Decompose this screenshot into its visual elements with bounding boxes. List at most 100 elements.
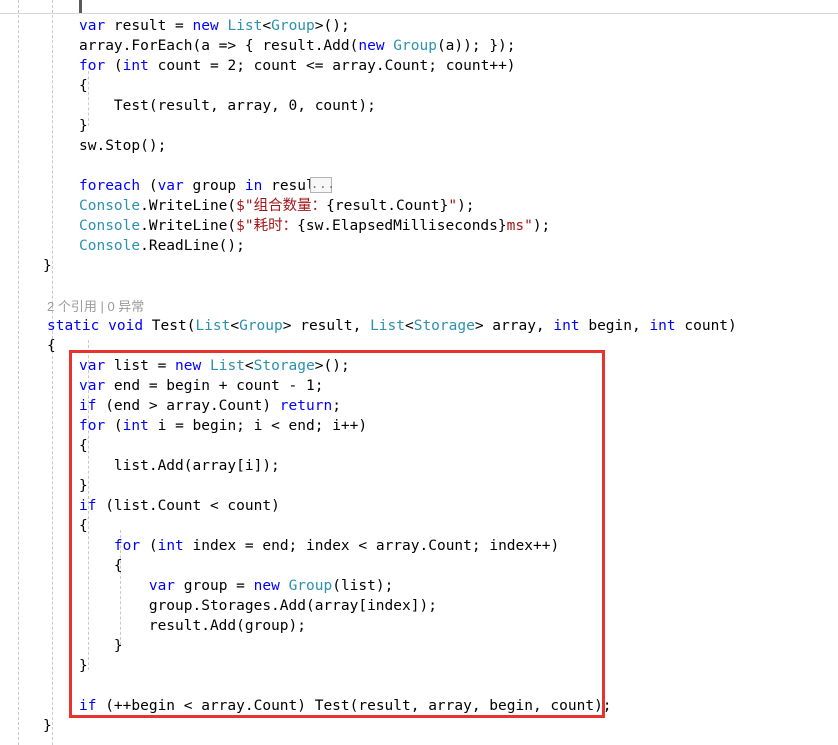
code-token-kw: var xyxy=(79,378,106,394)
code-token-kw: for xyxy=(113,538,141,554)
code-token-pun: count) xyxy=(675,318,737,334)
code-token-pun: >(); xyxy=(314,358,350,374)
code-token-pun: group xyxy=(183,178,245,194)
code-line[interactable]: array.ForEach(a => { result.Add(new Grou… xyxy=(79,36,516,56)
code-token-pun: ; count <= array.Count; count++) xyxy=(236,58,516,74)
code-text-layer[interactable]: var result = new List<Group>(); array.For… xyxy=(0,0,838,745)
code-token-pun: >(); xyxy=(314,18,350,34)
code-token-pun: index = end; index < array.Count; index+… xyxy=(183,538,560,554)
code-token-pun: end = begin + count - xyxy=(105,378,306,394)
code-token-kw: var xyxy=(148,578,176,594)
code-line[interactable]: } xyxy=(43,716,52,736)
code-token-str: $"耗时： xyxy=(236,218,298,234)
code-token-pun: result = xyxy=(105,18,193,34)
code-token-kw: int xyxy=(122,58,149,74)
code-token-typ: Group xyxy=(288,578,333,594)
code-token-pun: ; xyxy=(314,378,324,394)
code-token-pun: ; xyxy=(332,398,341,414)
code-token-kw: foreach xyxy=(79,178,141,194)
code-line[interactable]: list.Add(array[i]); xyxy=(79,456,280,476)
code-line[interactable]: var end = begin + count - 1; xyxy=(79,376,323,396)
code-token-pun: ( xyxy=(105,58,123,74)
code-line[interactable]: group.Storages.Add(array[index]); xyxy=(79,596,437,616)
code-line[interactable]: Console.WriteLine($"耗时：{sw.ElapsedMillis… xyxy=(79,216,550,236)
code-line[interactable]: for (int count = 2; count <= array.Count… xyxy=(79,56,516,76)
code-token-kw: for xyxy=(79,58,106,74)
code-token-num: 2 xyxy=(227,58,237,74)
code-token-kw: int xyxy=(122,418,149,434)
code-line[interactable]: { xyxy=(79,556,123,576)
code-token-pun: {sw.ElapsedMilliseconds} xyxy=(297,218,507,234)
code-token-pun: } xyxy=(79,638,123,654)
code-token-kw: if xyxy=(79,398,97,414)
code-token-kw: static xyxy=(47,318,100,334)
code-token-pun: group.Storages.Add(array[index]); xyxy=(79,598,437,614)
code-token-kw: void xyxy=(108,318,144,334)
code-token-kw: new xyxy=(192,18,219,34)
code-token-pun: ); xyxy=(457,198,475,214)
code-token-num: 1 xyxy=(306,378,315,394)
code-line[interactable]: } xyxy=(43,256,52,276)
code-token-pun: (list.Count < count) xyxy=(96,498,280,514)
code-token-kw: new xyxy=(175,358,202,374)
code-token-pun: } xyxy=(43,258,52,274)
code-token-kw: if xyxy=(79,698,97,714)
code-line[interactable]: foreach (var group in result) xyxy=(79,176,332,196)
code-token-pun: begin, xyxy=(579,318,650,334)
code-token-pun: < xyxy=(230,318,240,334)
code-line[interactable]: { xyxy=(79,76,88,96)
code-token-pun: { xyxy=(47,338,56,354)
code-token-pun: > array, xyxy=(474,318,554,334)
code-token-pun: sw.Stop(); xyxy=(79,138,167,154)
code-line[interactable]: Console.WriteLine($"组合数量：{result.Count}"… xyxy=(79,196,475,216)
code-token-pun: } xyxy=(79,658,88,674)
code-token-kw: if xyxy=(79,498,97,514)
code-line[interactable]: sw.Stop(); xyxy=(79,136,166,156)
code-line[interactable]: { xyxy=(79,436,88,456)
code-line[interactable]: } xyxy=(79,636,123,656)
code-line[interactable]: { xyxy=(47,336,56,356)
code-token-pun xyxy=(79,578,149,594)
code-token-pun: { xyxy=(79,78,88,94)
code-token-kw: in xyxy=(244,178,263,194)
code-token-pun xyxy=(79,538,114,554)
code-line[interactable]: var result = new List<Group>(); xyxy=(79,16,350,36)
code-line[interactable]: var group = new Group(list); xyxy=(79,576,393,596)
code-line[interactable]: static void Test(List<Group> result, Lis… xyxy=(47,316,737,336)
codelens-annotation[interactable]: 2 个引用 | 0 异常 xyxy=(47,298,144,316)
code-editor-surface[interactable]: var result = new List<Group>(); array.For… xyxy=(0,0,838,745)
code-token-pun: > result, xyxy=(282,318,371,334)
code-token-str: " xyxy=(448,198,458,214)
collapsed-region-ellipsis[interactable]: ... xyxy=(310,177,335,193)
code-line[interactable]: for (int i = begin; i < end; i++) xyxy=(79,416,367,436)
code-token-pun: {result.Count} xyxy=(326,198,449,214)
code-token-kw: new xyxy=(253,578,280,594)
code-token-pun: { xyxy=(79,438,88,454)
code-line[interactable]: Console.ReadLine(); xyxy=(79,236,245,256)
code-line[interactable]: result.Add(group); xyxy=(79,616,306,636)
code-token-pun: ( xyxy=(140,538,158,554)
code-token-pun: i = begin; i < end; i++) xyxy=(148,418,368,434)
code-token-typ: Group xyxy=(271,18,315,34)
code-token-typ: Group xyxy=(239,318,283,334)
code-token-pun: count = xyxy=(148,58,228,74)
code-line[interactable]: for (int index = end; index < array.Coun… xyxy=(79,536,559,556)
code-line[interactable]: var list = new List<Storage>(); xyxy=(79,356,350,376)
code-token-pun: .WriteLine( xyxy=(140,198,237,214)
code-token-pun: (list); xyxy=(332,578,394,594)
code-token-kw: for xyxy=(79,418,106,434)
code-line[interactable]: } xyxy=(79,116,88,136)
code-line[interactable]: Test(result, array, 0, count); xyxy=(79,96,376,116)
code-token-pun: (a)); }); xyxy=(436,38,516,54)
code-line[interactable]: if (++begin < array.Count) Test(result, … xyxy=(79,696,612,716)
code-token-pun: Test(result, array, 0, count); xyxy=(79,98,376,114)
code-line[interactable]: if (list.Count < count) xyxy=(79,496,280,516)
code-token-pun: ); xyxy=(532,218,551,234)
code-line[interactable]: } xyxy=(79,656,88,676)
code-line[interactable]: if (end > array.Count) return; xyxy=(79,396,341,416)
code-token-pun: .ReadLine(); xyxy=(140,238,245,254)
code-token-typ: List xyxy=(209,358,245,374)
code-line[interactable]: } xyxy=(79,476,88,496)
code-line[interactable]: { xyxy=(79,516,88,536)
code-token-kw: return xyxy=(279,398,333,414)
